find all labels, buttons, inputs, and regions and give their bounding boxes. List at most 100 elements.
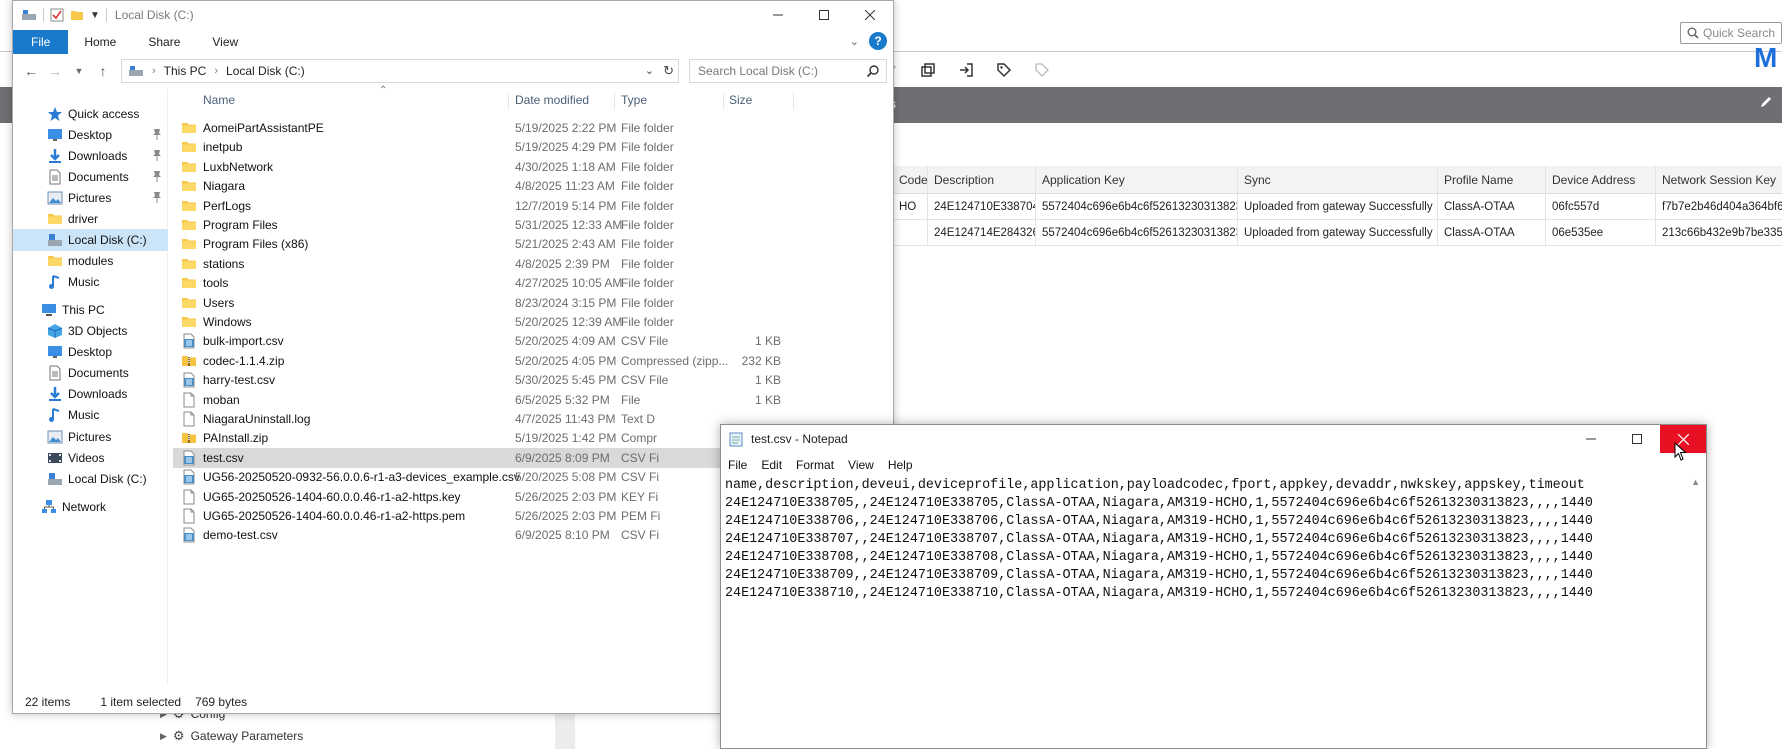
column-header-name[interactable]: Name [203, 93, 235, 107]
breadcrumb-this-pc[interactable]: This PC [164, 64, 207, 78]
music-icon [47, 407, 63, 423]
sidebar-item-3d-objects[interactable]: 3D Objects [13, 320, 168, 342]
column-header-codec[interactable]: Codec [893, 166, 928, 193]
tab-share[interactable]: Share [132, 30, 196, 54]
sidebar-item-videos[interactable]: Videos [13, 447, 168, 469]
menu-format[interactable]: Format [789, 458, 841, 472]
column-header-size[interactable]: Size [729, 93, 752, 107]
sidebar-item-downloads[interactable]: Downloads [13, 145, 168, 167]
sidebar-item-modules[interactable]: modules [13, 250, 168, 272]
file-row[interactable]: Niagara 4/8/2025 11:23 AM File folder [173, 176, 893, 196]
sidebar-item-desktop[interactable]: Desktop [13, 124, 168, 146]
sidebar-item-documents[interactable]: Documents [13, 166, 168, 188]
column-divider[interactable] [508, 93, 509, 109]
search-input[interactable]: Search Local Disk (C:) [689, 59, 887, 83]
maximize-button[interactable] [1614, 425, 1660, 453]
chevron-down-icon[interactable]: ⌄ [645, 64, 654, 77]
copy-icon[interactable] [918, 60, 938, 80]
tab-home[interactable]: Home [68, 30, 132, 54]
menu-view[interactable]: View [841, 458, 881, 472]
file-date-modified: 4/8/2025 2:39 PM [515, 257, 610, 271]
menu-edit[interactable]: Edit [754, 458, 789, 472]
close-button[interactable] [847, 1, 893, 29]
file-row[interactable]: codec-1.1.4.zip 5/20/2025 4:05 PM Compress… [173, 351, 893, 371]
scroll-up-arrow-icon[interactable]: ▲ [1691, 477, 1700, 487]
minimize-button[interactable] [1568, 425, 1614, 453]
file-row[interactable]: harry-test.csv 5/30/2025 5:45 PM CSV File 1… [173, 370, 893, 390]
sidebar-item-local-disk-c[interactable]: Local Disk (C:) [13, 468, 168, 490]
column-header-device-address[interactable]: Device Address [1546, 166, 1656, 193]
sidebar-item-driver[interactable]: driver [13, 208, 168, 230]
file-row[interactable]: AomeiPartAssistantPE 5/19/2025 2:22 PM Fil… [173, 118, 893, 138]
file-row[interactable]: PerfLogs 12/7/2019 5:14 PM File folder [173, 196, 893, 216]
file-row[interactable]: bulk-import.csv 5/20/2025 4:09 AM CSV File… [173, 331, 893, 351]
window-controls [755, 1, 893, 29]
untag-icon[interactable] [1032, 60, 1052, 80]
column-divider[interactable] [793, 93, 794, 109]
file-row[interactable]: tools 4/27/2025 10:05 AM File folder [173, 273, 893, 293]
desktop-icon [47, 127, 63, 143]
tree-item-label: Gateway Parameters [190, 729, 304, 743]
file-row[interactable]: LuxbNetwork 4/30/2025 1:18 AM File folder [173, 157, 893, 177]
tag-icon[interactable] [994, 60, 1014, 80]
sidebar-item-downloads[interactable]: Downloads [13, 383, 168, 405]
tab-view[interactable]: View [196, 30, 254, 54]
tab-file[interactable]: File [13, 30, 69, 54]
table-cell: 06fc557d [1546, 194, 1656, 219]
table-row[interactable]: HO 24E124710E338704 5572404c696e6b4c6f52… [893, 194, 1782, 220]
new-folder-icon[interactable] [70, 8, 84, 22]
forward-button[interactable]: → [43, 59, 67, 83]
column-header-date-modified[interactable]: Date modified [515, 93, 589, 107]
menu-file[interactable]: File [721, 458, 754, 472]
breadcrumb-local-disk[interactable]: Local Disk (C:) [226, 64, 305, 78]
column-header-profile-name[interactable]: Profile Name [1438, 166, 1546, 193]
address-bar[interactable]: › This PC › Local Disk (C:) ⌄ ↻ [121, 59, 679, 83]
chevron-down-icon[interactable]: ▼ [90, 10, 100, 21]
back-button[interactable]: ← [19, 59, 43, 83]
column-header-application-key[interactable]: Application Key [1036, 166, 1238, 193]
explorer-titlebar: ▼ Local Disk (C:) [13, 1, 893, 29]
sidebar-item-quick-access[interactable]: Quick access [13, 103, 168, 125]
column-header-type[interactable]: Type [621, 93, 647, 107]
tree-item-gateway-parameters[interactable]: ▶ ⚙ Gateway Parameters [160, 728, 303, 744]
file-row[interactable]: inetpub 5/19/2025 4:29 PM File folder [173, 137, 893, 157]
expand-ribbon-icon[interactable]: ⌄ [850, 35, 859, 48]
quick-search-input[interactable]: Quick Search [1680, 22, 1782, 44]
menu-help[interactable]: Help [881, 458, 920, 472]
file-row[interactable]: Program Files (x86) 5/21/2025 2:43 AM File… [173, 234, 893, 254]
gear-icon: ⚙ [172, 728, 185, 743]
column-header-description[interactable]: Description [928, 166, 1036, 193]
refresh-icon[interactable]: ↻ [663, 63, 674, 79]
sidebar-item-label: Quick access [68, 107, 140, 121]
maximize-button[interactable] [801, 1, 847, 29]
sidebar-item-local-disk-c[interactable]: Local Disk (C:) [13, 229, 168, 251]
file-row[interactable]: Program Files 5/31/2025 12:33 AM File fold… [173, 215, 893, 235]
recent-locations-button[interactable]: ▼ [67, 59, 91, 83]
up-button[interactable]: ↑ [91, 59, 115, 83]
file-row[interactable]: moban 6/5/2025 5:32 PM File 1 KB [173, 390, 893, 410]
sidebar-item-pictures[interactable]: Pictures [13, 426, 168, 448]
file-row[interactable]: stations 4/8/2025 2:39 PM File folder [173, 254, 893, 274]
table-row[interactable]: 24E124714E284326 5572404c696e6b4c6f52613… [893, 220, 1782, 246]
sidebar-item-this-pc[interactable]: This PC [13, 299, 168, 321]
file-name: Users [203, 296, 235, 310]
sidebar-item-music[interactable]: Music [13, 271, 168, 293]
edit-icon[interactable] [1758, 94, 1774, 110]
import-icon[interactable] [956, 60, 976, 80]
help-button[interactable]: ? [869, 32, 887, 50]
sidebar-item-pictures[interactable]: Pictures [13, 187, 168, 209]
sidebar-item-music[interactable]: Music [13, 404, 168, 426]
sidebar-item-documents[interactable]: Documents [13, 362, 168, 384]
column-divider[interactable] [614, 93, 615, 109]
notepad-text-area[interactable]: name,description,deveui,deviceprofile,ap… [725, 477, 1685, 747]
column-divider[interactable] [723, 93, 724, 109]
sidebar-item-network[interactable]: Network [13, 496, 168, 518]
sidebar-item-label: Network [62, 500, 107, 514]
sidebar-item-desktop[interactable]: Desktop [13, 341, 168, 363]
file-row[interactable]: Windows 5/20/2025 12:39 AM File folder [173, 312, 893, 332]
column-header-sync[interactable]: Sync [1238, 166, 1438, 193]
file-row[interactable]: Users 8/23/2024 3:15 PM File folder [173, 293, 893, 313]
column-header-network-session-key[interactable]: Network Session Key [1656, 166, 1782, 193]
minimize-button[interactable] [755, 1, 801, 29]
properties-icon[interactable] [50, 8, 64, 22]
